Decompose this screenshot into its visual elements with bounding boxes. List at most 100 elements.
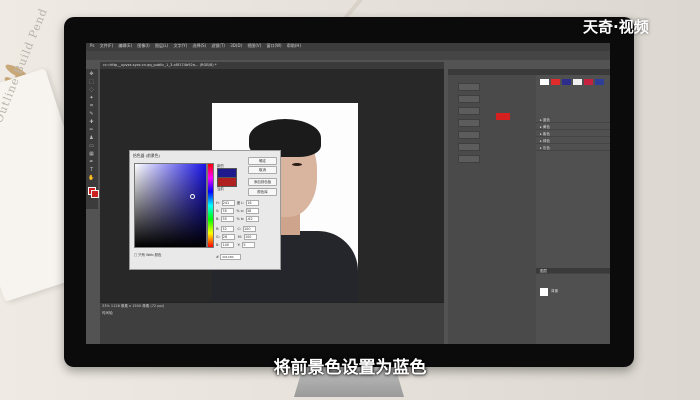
menu-item[interactable]: 图层(L) <box>155 43 168 48</box>
layer-thumbnail[interactable] <box>540 288 548 296</box>
value-input[interactable]: 5 <box>242 242 256 248</box>
value-input[interactable]: 241 <box>221 200 235 206</box>
hue-slider[interactable] <box>207 163 214 248</box>
add-to-swatches-button[interactable]: 添加到色板 <box>248 178 277 186</box>
layers-panel-header[interactable]: 图层 <box>536 268 610 274</box>
status-bar: 33% 1126 像素 x 1500 像素 (72 ppi) <box>102 304 165 308</box>
menu-item[interactable]: 滤镜(T) <box>211 43 225 48</box>
menu-item[interactable]: 编辑(E) <box>118 43 132 48</box>
swatch[interactable] <box>540 79 549 85</box>
photoshop-window: Ps 文件(F) 编辑(E) 图像(I) 图层(L) 文字(Y) 选择(S) 滤… <box>86 43 610 344</box>
value-label: H: <box>216 201 220 205</box>
value-row: R: 32 C: 100 <box>216 226 258 232</box>
swatch[interactable] <box>595 79 604 85</box>
group-item[interactable]: ▸ 蓝色 <box>536 117 610 123</box>
value-label: Y: <box>237 243 241 247</box>
move-tool-icon[interactable]: ✥ <box>88 71 95 77</box>
document-tab[interactable]: cc=http__upvzz.xyzz.cn.qq_public_1_3.c8f… <box>100 62 444 69</box>
color-libraries-button[interactable]: 颜色库 <box>248 188 277 196</box>
swatch[interactable] <box>584 79 593 85</box>
menu-item[interactable]: 视图(V) <box>247 43 261 48</box>
brush-tool-icon[interactable]: ✏ <box>88 127 95 133</box>
value-input[interactable]: -62 <box>246 216 260 222</box>
lasso-tool-icon[interactable]: ◌ <box>88 87 95 93</box>
magic-wand-icon[interactable]: ✦ <box>88 95 95 101</box>
hex-input[interactable]: 201C8C <box>220 254 242 260</box>
color-picker-dialog: 拾色器 (前景色) 新的 当前 确定 取消 添加到色板 颜色库 H: 241 度 L… <box>129 150 281 270</box>
checkbox-icon[interactable]: □ <box>134 253 137 257</box>
value-label: R: <box>216 227 220 231</box>
panel-control[interactable] <box>458 83 480 91</box>
value-unit: % <box>236 217 240 221</box>
hand-tool-icon[interactable]: ✋ <box>88 175 95 181</box>
value-input[interactable]: 100 <box>243 226 256 232</box>
value-input[interactable]: 28 <box>221 234 235 240</box>
panel-control[interactable] <box>458 107 480 115</box>
value-row: S: 78% a: 38 <box>216 208 261 214</box>
marquee-tool-icon[interactable]: ⬚ <box>88 79 95 85</box>
menu-item[interactable]: 选择(S) <box>192 43 206 48</box>
menu-item[interactable]: 文字(Y) <box>174 43 188 48</box>
eraser-tool-icon[interactable]: ▭ <box>88 143 95 149</box>
value-input[interactable]: 140 <box>221 242 235 248</box>
color-selector-ring[interactable] <box>190 194 195 199</box>
ok-button[interactable]: 确定 <box>248 157 277 165</box>
value-unit: % <box>236 209 240 213</box>
panel-control[interactable] <box>458 131 480 139</box>
group-item[interactable]: ▸ 黄色 <box>536 124 610 130</box>
menu-item[interactable]: 帮助(H) <box>287 43 301 48</box>
panel-header <box>448 69 536 75</box>
stamp-tool-icon[interactable]: ♟ <box>88 135 95 141</box>
panel-header <box>536 69 610 75</box>
panel-control[interactable] <box>458 155 480 163</box>
menu-bar[interactable]: Ps 文件(F) 编辑(E) 图像(I) 图层(L) 文字(Y) 选择(S) 滤… <box>86 43 610 51</box>
video-subtitle: 将前景色设置为蓝色 <box>273 358 427 378</box>
swatch[interactable] <box>562 79 571 85</box>
value-row: B: 55% b: -62 <box>216 216 261 222</box>
menu-item[interactable]: 窗口(W) <box>267 43 282 48</box>
red-color-chip[interactable] <box>496 113 510 120</box>
right-panel-column <box>536 69 610 344</box>
value-input[interactable]: 38 <box>245 208 259 214</box>
healing-brush-icon[interactable]: ✚ <box>88 119 95 125</box>
value-input[interactable]: 78 <box>221 208 235 214</box>
value-row: B: 140 Y: 5 <box>216 242 257 248</box>
value-input[interactable]: 100 <box>243 234 257 240</box>
current-label: 当前 <box>217 187 224 191</box>
menu-item[interactable]: 图像(I) <box>137 43 149 48</box>
group-item[interactable]: ▸ 灰色 <box>536 145 610 151</box>
pen-tool-icon[interactable]: ✒ <box>88 159 95 165</box>
value-label: C: <box>237 227 241 231</box>
value-row: H: 241 度 L: 16 <box>216 200 261 206</box>
value-input[interactable]: 32 <box>221 226 235 232</box>
menu-item[interactable]: 文件(F) <box>100 43 113 48</box>
value-unit: 度 <box>236 201 241 205</box>
swatch[interactable] <box>573 79 582 85</box>
panel-control[interactable] <box>458 119 480 127</box>
tools-panel: ✥ ⬚ ◌ ✦ ⌗ ✎ ✚ ✏ ♟ ▭ ▦ ✒ T ✋ <box>86 69 99 209</box>
value-input[interactable]: 16 <box>246 200 260 206</box>
crop-tool-icon[interactable]: ⌗ <box>88 103 95 109</box>
dialog-title: 拾色器 (前景色) <box>133 153 160 158</box>
eyedropper-icon[interactable]: ✎ <box>88 111 95 117</box>
options-bar[interactable] <box>86 51 610 60</box>
panel-control[interactable] <box>458 143 480 151</box>
menu-item[interactable]: Ps <box>90 43 94 48</box>
properties-panel-column <box>448 69 536 344</box>
swatches-row[interactable] <box>540 79 604 85</box>
group-item[interactable]: ▸ 紫色 <box>536 131 610 137</box>
background-color-swatch[interactable] <box>91 190 99 198</box>
gradient-tool-icon[interactable]: ▦ <box>88 151 95 157</box>
cancel-button[interactable]: 取消 <box>248 166 277 174</box>
value-input[interactable]: 55 <box>221 216 235 222</box>
value-label: L: <box>241 201 245 205</box>
color-field[interactable] <box>134 163 207 248</box>
checkbox-label: 只有 Web 颜色 <box>138 253 162 257</box>
group-item[interactable]: ▸ 绿色 <box>536 138 610 144</box>
swatch[interactable] <box>551 79 560 85</box>
type-tool-icon[interactable]: T <box>88 167 95 173</box>
only-web-colors-checkbox[interactable]: □ 只有 Web 颜色 <box>134 252 161 257</box>
panel-control[interactable] <box>458 95 480 103</box>
layer-name[interactable]: 背景 <box>551 289 558 294</box>
menu-item[interactable]: 3D(D) <box>230 43 242 48</box>
